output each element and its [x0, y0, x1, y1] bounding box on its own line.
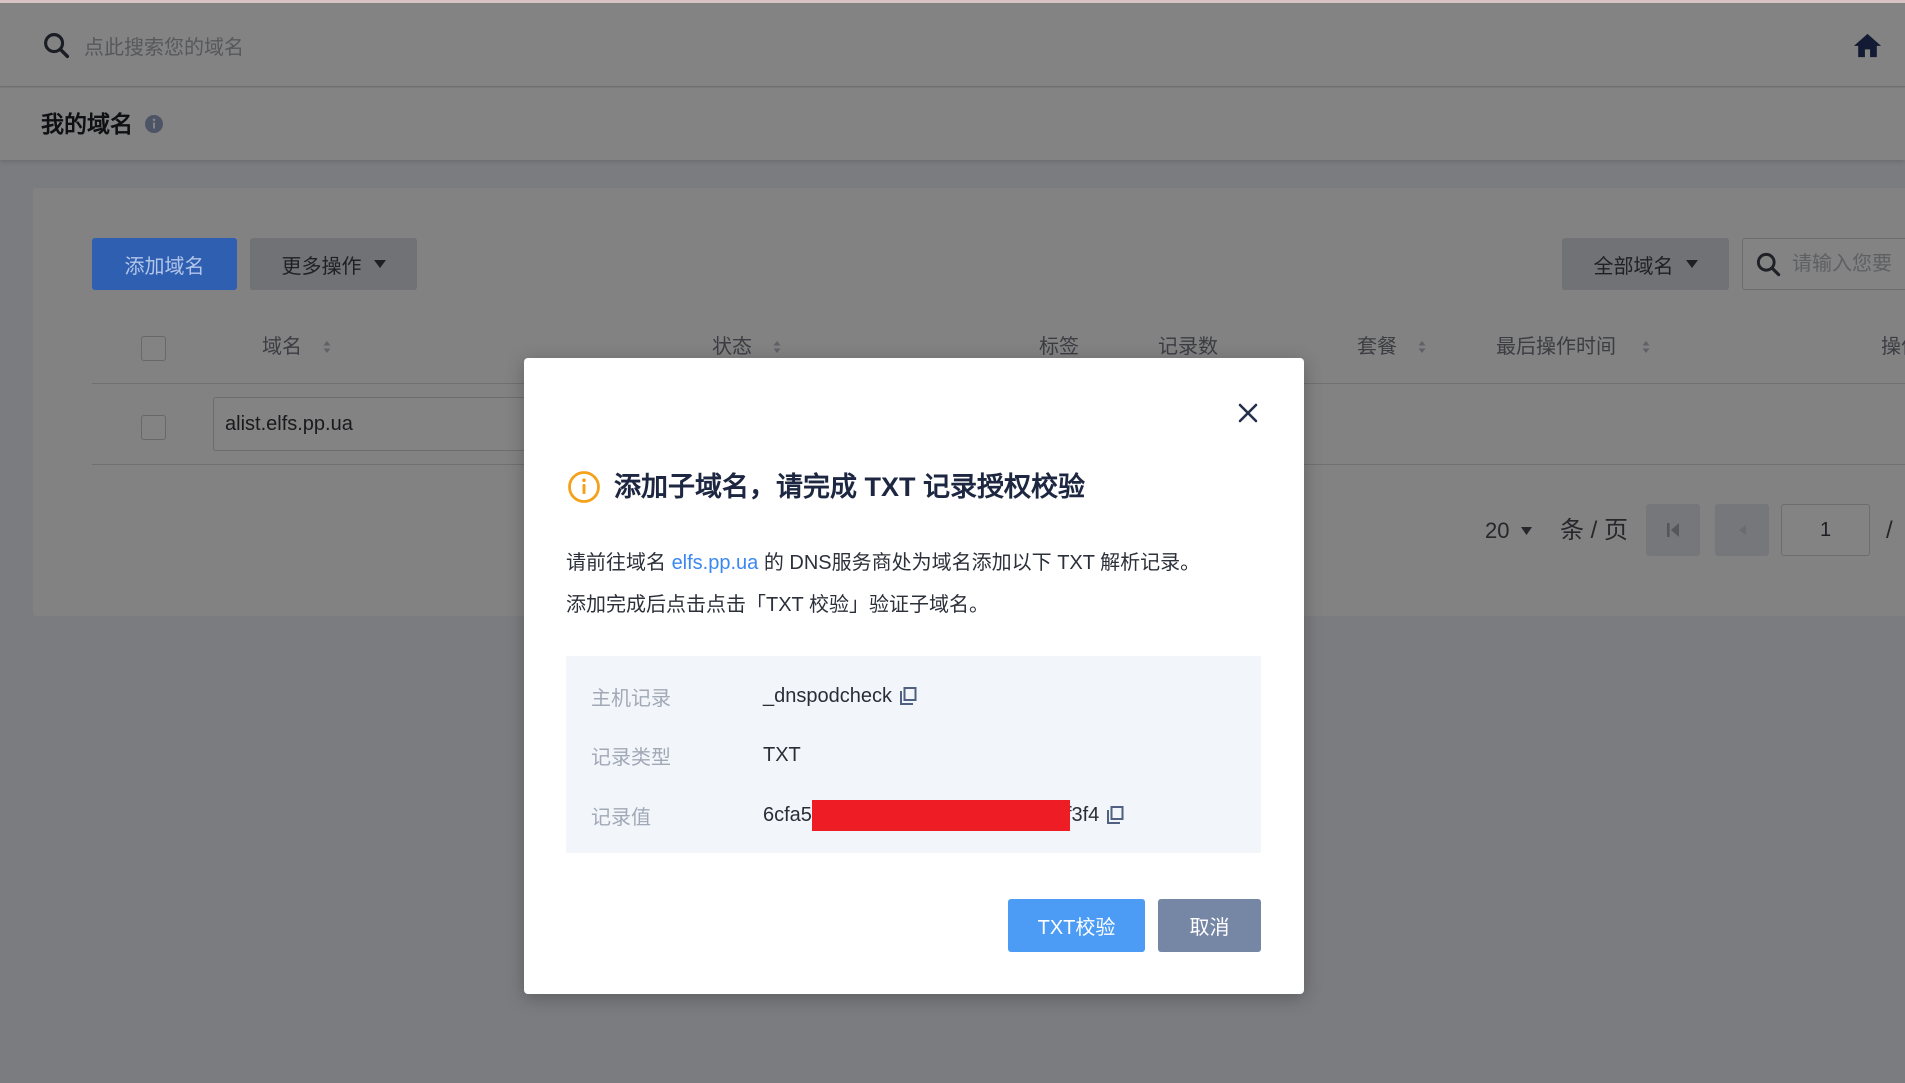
- column-header-last-modified[interactable]: 最后操作时间: [1496, 310, 1616, 383]
- dialog-description: 请前往域名 elfs.pp.ua 的 DNS服务商处为域名添加以下 TXT 解析…: [566, 549, 1200, 577]
- description-suffix: 的 DNS服务商处为域名添加以下 TXT 解析记录。: [758, 552, 1201, 574]
- page-title: 我的域名: [41, 111, 133, 137]
- copy-icon[interactable]: [898, 686, 918, 706]
- more-actions-dropdown[interactable]: 更多操作: [250, 238, 417, 290]
- record-label: 记录值: [591, 806, 651, 829]
- add-domain-button[interactable]: 添加域名: [92, 238, 237, 290]
- record-value: _dnspodcheck: [763, 685, 918, 708]
- domain-filter-dropdown[interactable]: 全部域名: [1562, 238, 1729, 290]
- prev-page-button[interactable]: [1715, 504, 1769, 556]
- per-page-label: 条 / 页: [1560, 517, 1629, 544]
- cancel-button[interactable]: 取消: [1158, 899, 1261, 952]
- global-search-input[interactable]: 点此搜索您的域名: [84, 31, 244, 65]
- first-page-button[interactable]: [1646, 504, 1700, 556]
- close-icon[interactable]: [1237, 402, 1259, 424]
- sort-icon[interactable]: [772, 339, 782, 355]
- sort-icon[interactable]: [1641, 339, 1651, 355]
- domain-search-box[interactable]: [1742, 238, 1905, 290]
- select-all-checkbox[interactable]: [141, 336, 166, 361]
- column-header-plan[interactable]: 套餐: [1357, 310, 1397, 383]
- page-number-input[interactable]: [1781, 504, 1870, 556]
- host-record-value: _dnspodcheck: [763, 684, 892, 707]
- record-value-suffix: f3f4: [1065, 803, 1100, 826]
- dialog-instruction: 添加完成后点击点击「TXT 校验」验证子域名。: [566, 594, 989, 616]
- domain-search-input[interactable]: [1792, 252, 1905, 276]
- txt-verify-button[interactable]: TXT校验: [1008, 899, 1145, 952]
- add-domain-label: 添加域名: [124, 255, 205, 278]
- record-row-type: 记录类型 TXT: [591, 735, 801, 775]
- home-icon[interactable]: [1852, 30, 1883, 61]
- dialog-title: 添加子域名，请完成 TXT 记录授权校验: [614, 472, 1085, 502]
- caret-down-icon: [1521, 527, 1533, 535]
- info-icon[interactable]: [144, 114, 164, 134]
- record-row-host: 主机记录 _dnspodcheck: [591, 676, 918, 716]
- caret-down-icon: [1685, 260, 1698, 268]
- caret-down-icon: [373, 260, 386, 268]
- domain-filter-label: 全部域名: [1593, 255, 1674, 278]
- sort-icon[interactable]: [322, 339, 332, 355]
- search-icon[interactable]: [1755, 251, 1782, 278]
- row-checkbox[interactable]: [141, 415, 166, 440]
- description-prefix: 请前往域名: [566, 552, 672, 574]
- redaction-box: [811, 799, 1070, 831]
- page-separator: /: [1886, 517, 1893, 544]
- sort-icon[interactable]: [1417, 339, 1427, 355]
- column-header-actions: 操作: [1881, 336, 1905, 358]
- top-header: 点此搜索您的域名: [0, 3, 1905, 87]
- chevron-left-icon: [1738, 525, 1746, 535]
- record-label: 主机记录: [591, 687, 671, 710]
- record-info-box: 主机记录 _dnspodcheck 记录类型 TXT 记录值 6cfa5 f3f…: [566, 656, 1261, 853]
- record-type-value: TXT: [763, 743, 801, 766]
- domain-link[interactable]: elfs.pp.ua: [672, 552, 759, 574]
- first-page-icon: [1666, 522, 1680, 538]
- record-value: 6cfa5 f3f4: [763, 799, 1125, 831]
- record-label: 记录类型: [591, 746, 671, 769]
- page-title-bar: 我的域名: [0, 88, 1905, 160]
- warning-icon: [567, 470, 601, 504]
- column-header-domain[interactable]: 域名: [262, 310, 302, 383]
- page-size-value: 20: [1485, 518, 1510, 543]
- txt-verification-dialog: 添加子域名，请完成 TXT 记录授权校验 请前往域名 elfs.pp.ua 的 …: [524, 358, 1304, 994]
- more-actions-label: 更多操作: [281, 255, 362, 278]
- record-value-prefix: 6cfa5: [763, 803, 812, 826]
- search-icon[interactable]: [42, 31, 71, 60]
- record-row-value: 记录值 6cfa5 f3f4: [591, 795, 1125, 835]
- page-size-select[interactable]: 20: [1485, 515, 1533, 547]
- copy-icon[interactable]: [1105, 805, 1125, 825]
